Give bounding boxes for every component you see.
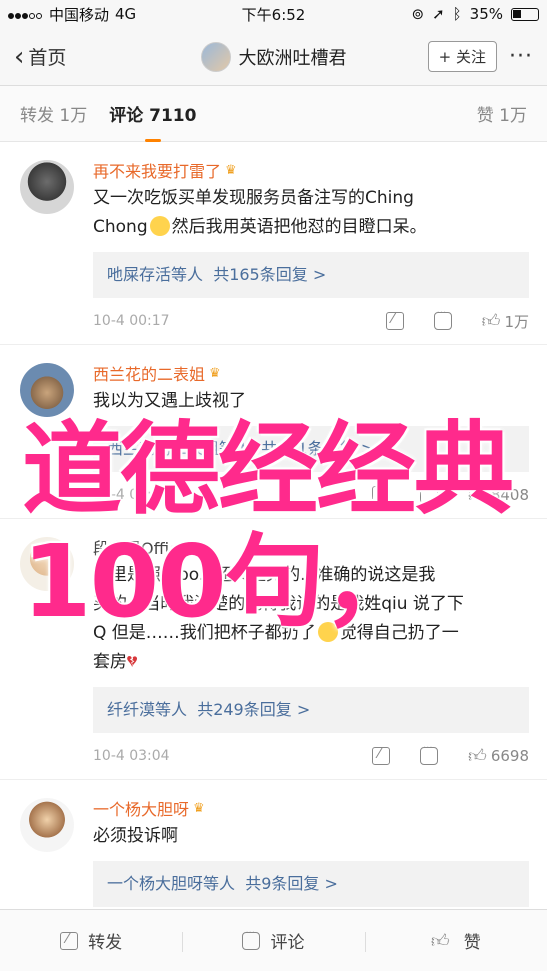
thumb-up-icon: 👍︎ [481, 311, 501, 332]
clock: 下午6:52 [241, 5, 306, 24]
repost-icon[interactable] [372, 746, 390, 765]
thumb-up-icon: 👍︎ [430, 930, 450, 952]
reply-summary[interactable]: 西兰花的二表姐等人 共131条回复 > [93, 426, 529, 472]
reply-icon[interactable] [420, 743, 438, 765]
comment-text: 必须投诉啊 [93, 826, 178, 846]
tab-bar: 转发 1万 评论 7110 赞 1万 [0, 86, 547, 142]
reply-summary[interactable]: 纤纤漠等人 共249条回复 > [93, 687, 529, 733]
bluetooth-icon: ᛒ [452, 5, 462, 23]
like-button[interactable]: 👍︎ 赞 [364, 928, 547, 953]
repost-icon[interactable] [385, 311, 404, 330]
commenter-name[interactable]: 再不来我要打雷了 ♛ [93, 158, 529, 182]
page-title: 大欧洲吐槽君 [238, 47, 347, 69]
commenter-name[interactable]: 西兰花的二表姐 ♛ [93, 361, 529, 385]
avatar[interactable] [20, 537, 74, 591]
like-button[interactable]: 👍︎ 1万 [482, 310, 529, 332]
vip-crown-icon: ♛ [193, 800, 205, 816]
tab-likes[interactable]: 赞 1万 [477, 101, 527, 126]
like-button[interactable]: 👍︎ 6698 [468, 745, 529, 767]
thumb-up-icon: 👍︎ [468, 485, 487, 506]
comment-text: 我以为又遇上歧视了 [93, 391, 246, 411]
vip-crown-icon: ♛ [225, 162, 237, 178]
comment-item: 段宜恩Official 这里是照顾po...还实里克的...准确的说这是我 买的… [0, 519, 547, 780]
comment-meta: 10-4 03:04 👍︎6698 [93, 733, 529, 779]
comment-time: 10-4 03:04 [93, 748, 170, 764]
comment-meta: 10-4 00:17 👍︎1万 [93, 298, 529, 344]
repost-icon[interactable] [372, 485, 390, 504]
battery-icon [511, 7, 539, 21]
author-avatar [200, 41, 231, 72]
comment-icon [242, 928, 261, 950]
signal-icon [8, 5, 43, 23]
location-icon: ➚ [432, 5, 445, 23]
avatar[interactable] [20, 798, 74, 852]
tab-repost[interactable]: 转发 1万 [20, 101, 87, 126]
avatar[interactable] [20, 363, 74, 417]
reply-summary[interactable]: 吔屎存活等人 共165条回复 > [93, 252, 529, 298]
bottom-action-bar: 转发 评论 👍︎ 赞 [0, 909, 547, 971]
comment-item: 再不来我要打雷了 ♛ 又一次吃饭买单发现服务员备注写的Ching Chong 然后我… [0, 142, 547, 345]
network-type: 4G [115, 5, 137, 23]
follow-button[interactable]: + 关注 [427, 41, 498, 72]
comment-time: 10-4 00:17 [93, 487, 170, 503]
nav-bar: ‹ 首页 大欧洲吐槽君 + 关注 ··· [0, 28, 547, 86]
commenter-name[interactable]: 段宜恩Official [93, 535, 529, 559]
reply-icon[interactable] [433, 308, 452, 330]
repost-button[interactable]: 转发 [0, 928, 182, 953]
thumb-up-icon: 👍︎ [468, 746, 487, 767]
comment-meta: 10-4 00:17 👍︎8408 [93, 472, 529, 518]
chevron-left-icon: ‹ [14, 41, 25, 72]
commenter-name[interactable]: 一个杨大胆呀 ♛ [93, 796, 529, 820]
carrier: 中国移动 [49, 5, 110, 24]
broken-heart-icon: 💔︎ [127, 652, 138, 672]
avatar[interactable] [20, 160, 74, 214]
comment-item: 一个杨大胆呀 ♛ 必须投诉啊 一个杨大胆呀等人 共9条回复 > [0, 780, 547, 907]
comment-time: 10-4 00:17 [93, 313, 170, 329]
back-label: 首页 [28, 47, 67, 69]
like-button[interactable]: 👍︎ 8408 [468, 484, 529, 506]
vip-crown-icon: ♛ [209, 365, 221, 381]
reply-summary[interactable]: 一个杨大胆呀等人 共9条回复 > [93, 861, 529, 907]
back-button[interactable]: ‹ 首页 [14, 43, 66, 70]
comment-text: 这里是照顾po...还实里克的...准确的说这是我 买的...当时我清楚的记得我… [93, 565, 464, 672]
status-bar: 中国移动 4G 下午6:52 ⊚ ➚ ᛒ 35% [0, 0, 547, 28]
battery-percent: 35% [469, 5, 503, 23]
comment-text: 又一次吃饭买单发现服务员备注写的Ching Chong 然后我用英语把他怼的目瞪口… [93, 188, 427, 237]
cold-sweat-emoji-icon [317, 622, 338, 642]
reply-icon[interactable] [420, 482, 438, 504]
more-icon[interactable]: ··· [509, 44, 533, 69]
comment-item: 西兰花的二表姐 ♛ 我以为又遇上歧视了 西兰花的二表姐等人 共131条回复 > 1… [0, 345, 547, 519]
tab-comments[interactable]: 评论 7110 [109, 101, 196, 142]
smile-emoji-icon [149, 216, 170, 236]
comment-button[interactable]: 评论 [182, 928, 364, 953]
lock-rotation-icon: ⊚ [411, 5, 425, 23]
repost-icon [60, 931, 79, 950]
